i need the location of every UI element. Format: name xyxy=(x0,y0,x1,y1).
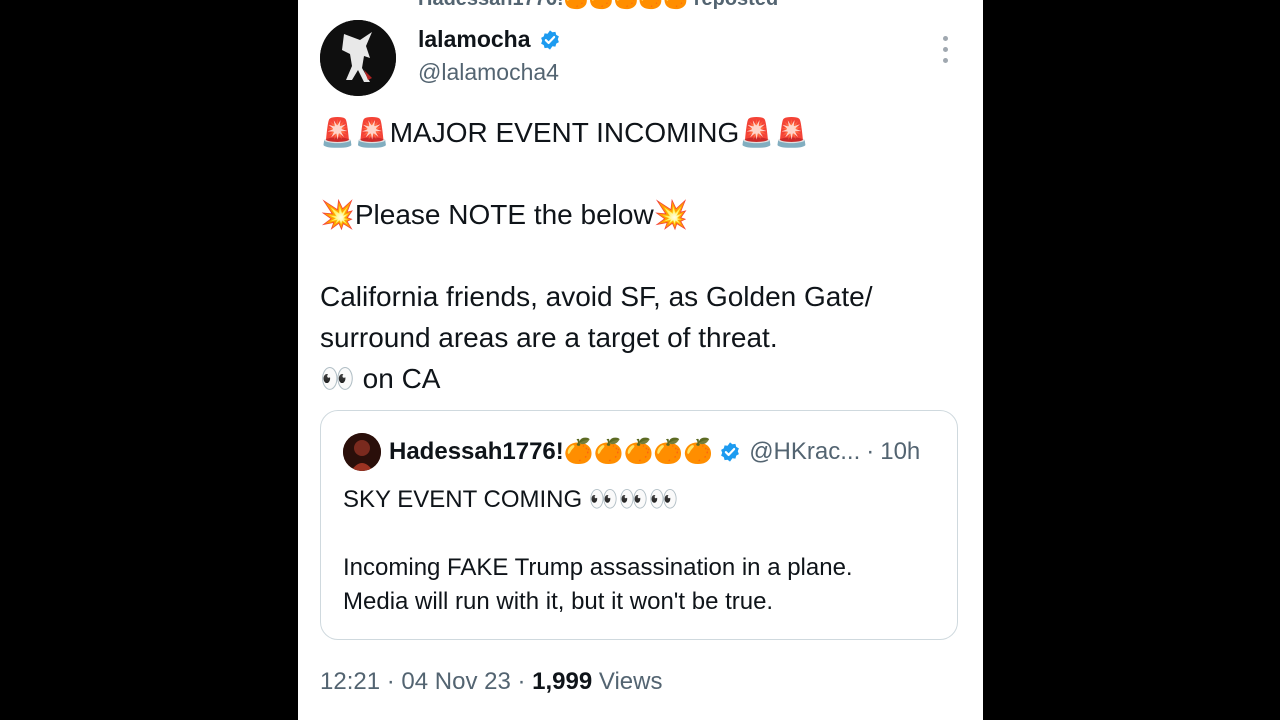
quoted-timestamp: 10h xyxy=(880,437,921,465)
views-label: Views xyxy=(598,668,663,695)
quoted-line: SKY EVENT COMING 👀👀👀 xyxy=(343,486,679,513)
tweet-line: 👀 on CA xyxy=(320,363,441,394)
tweet-line: surround areas are a target of threat. xyxy=(320,322,778,353)
repost-indicator: Hadessah1776!🍊🍊🍊🍊🍊 reposted xyxy=(418,0,778,11)
tweet-meta: 12:21 · 04 Nov 23 · 1,999 Views xyxy=(320,668,662,696)
quoted-line: Media will run with it, but it won't be … xyxy=(343,588,774,615)
quoted-avatar-image xyxy=(343,433,381,471)
author-handle[interactable]: @lalamocha4 xyxy=(418,59,561,86)
more-options-icon[interactable] xyxy=(934,36,956,72)
separator-dot: · xyxy=(386,668,402,695)
tweet-line: 🚨🚨MAJOR EVENT INCOMING🚨🚨 xyxy=(320,117,809,148)
quoted-text: SKY EVENT COMING 👀👀👀 Incoming FAKE Trump… xyxy=(343,483,943,619)
tweet-date[interactable]: 04 Nov 23 xyxy=(401,668,510,695)
tweet-author: lalamocha @lalamocha4 xyxy=(418,26,561,86)
quoted-tweet[interactable]: Hadessah1776!🍊🍊🍊🍊🍊 @HKrac... · 10h SKY E… xyxy=(320,410,958,640)
verified-badge-icon xyxy=(721,441,740,462)
quoted-header: Hadessah1776!🍊🍊🍊🍊🍊 @HKrac... · 10h xyxy=(389,437,920,466)
author-name[interactable]: lalamocha xyxy=(418,26,531,53)
quoted-line: Incoming FAKE Trump assassination in a p… xyxy=(343,554,853,581)
verified-badge-icon xyxy=(540,29,559,50)
tweet-text: 🚨🚨MAJOR EVENT INCOMING🚨🚨 💥Please NOTE th… xyxy=(320,112,960,399)
tweet-panel: Hadessah1776!🍊🍊🍊🍊🍊 reposted lalamocha @l… xyxy=(298,0,983,720)
tweet-line: 💥Please NOTE the below💥 xyxy=(320,199,689,230)
avatar[interactable] xyxy=(320,20,396,96)
quoted-avatar xyxy=(343,433,381,471)
separator-dot: · xyxy=(517,668,533,695)
views-count: 1,999 xyxy=(532,668,593,695)
quoted-author-handle: @HKrac... xyxy=(749,437,861,465)
quoted-author-name: Hadessah1776!🍊🍊🍊🍊🍊 xyxy=(389,438,714,465)
tweet-time[interactable]: 12:21 xyxy=(320,668,380,695)
avatar-image xyxy=(320,20,396,96)
tweet-line: California friends, avoid SF, as Golden … xyxy=(320,281,873,312)
separator-dot: · xyxy=(866,437,875,465)
